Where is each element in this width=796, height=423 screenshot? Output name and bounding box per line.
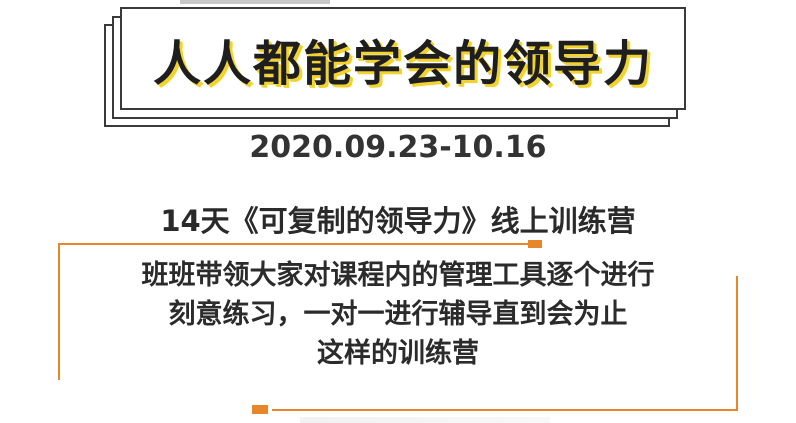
orange-accent-block-top [528, 240, 542, 248]
date-range: 2020.09.23-10.16 [249, 130, 547, 165]
bottom-edge-fade [300, 417, 550, 423]
page-title: 人人都能学会的领导力 [152, 35, 653, 92]
orange-frame-bottom-line [272, 409, 738, 411]
description-text: 班班带领大家对课程内的管理工具逐个进行 刻意练习，一对一进行辅导直到会为止 这样… [70, 256, 726, 373]
description-line: 这样的训练营 [317, 338, 479, 369]
course-subtitle: 14天《可复制的领导力》线上训练营 [160, 204, 636, 238]
orange-accent-block-bottom [252, 405, 268, 414]
description-line: 班班带领大家对课程内的管理工具逐个进行 [141, 260, 655, 291]
description-line: 刻意练习，一对一进行辅导直到会为止 [168, 299, 628, 330]
orange-frame-right-line [736, 276, 738, 410]
orange-frame-top-line [58, 243, 530, 245]
orange-frame-left-line [58, 243, 60, 380]
top-photo-edge [180, 0, 330, 4]
